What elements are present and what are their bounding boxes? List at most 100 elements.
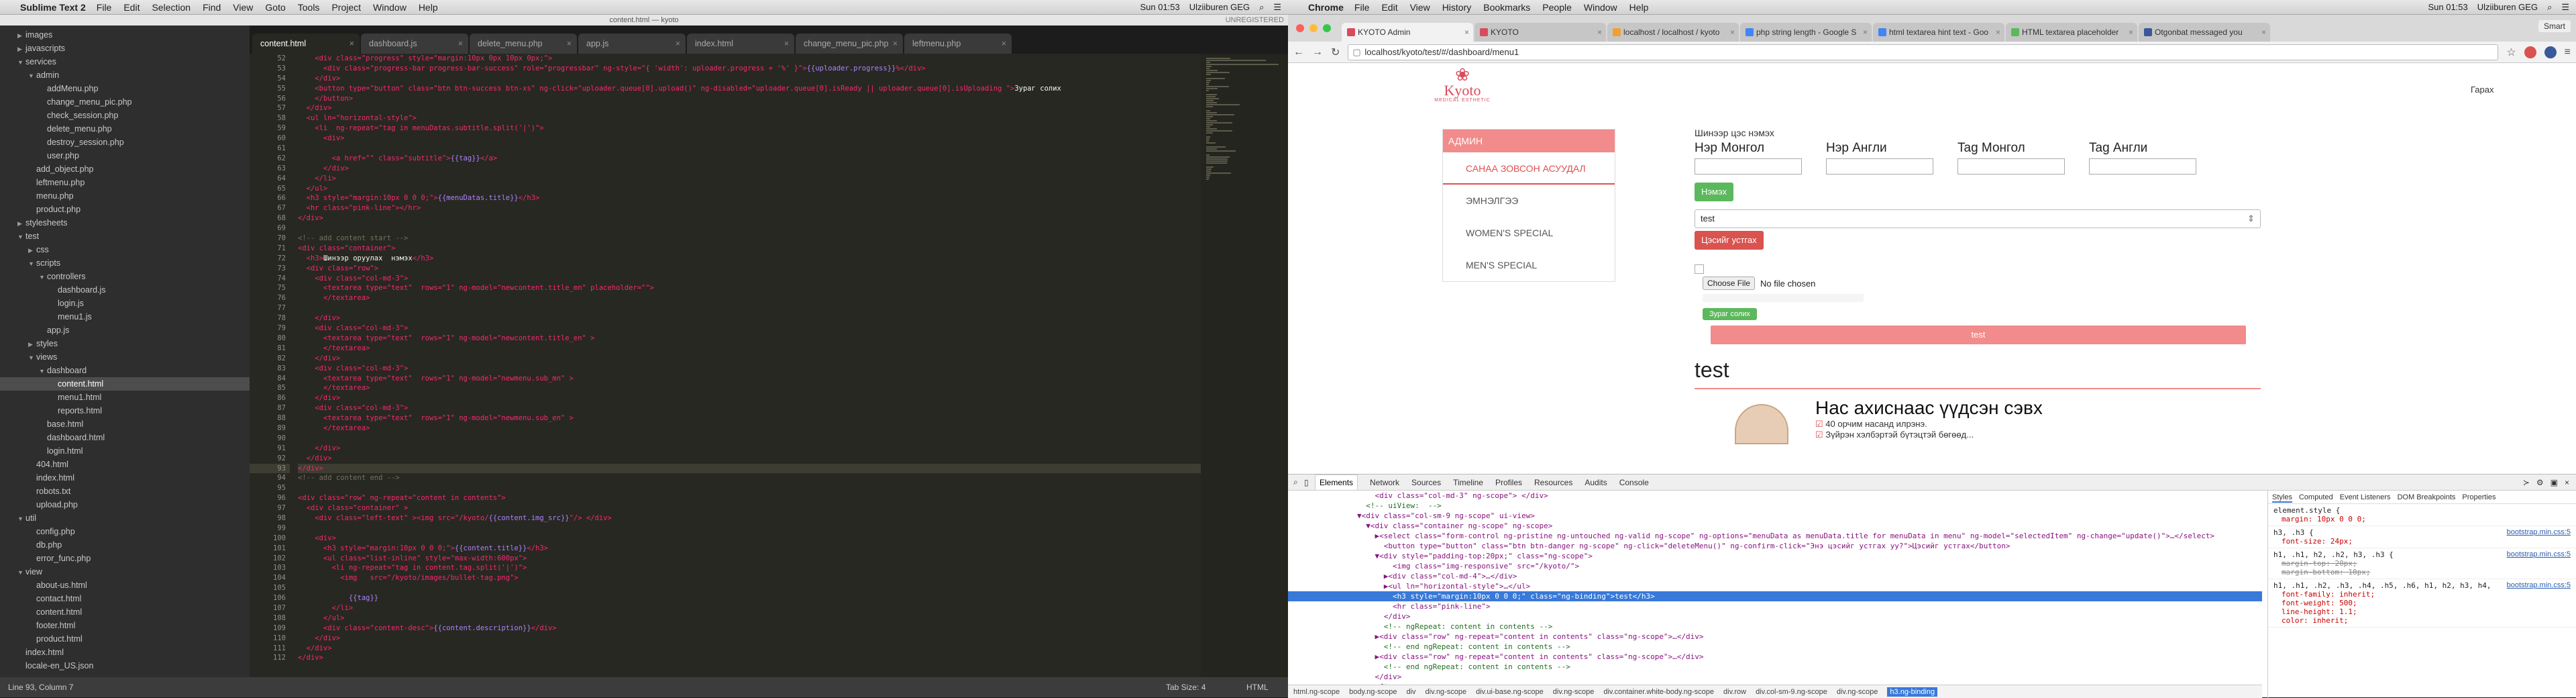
- code-line[interactable]: <div>: [298, 134, 1201, 144]
- menu-item[interactable]: File: [1354, 2, 1370, 13]
- rule-property[interactable]: font-size: 24px;: [2273, 537, 2571, 546]
- dom-node[interactable]: ▶<div class="row" ng-repeat="content in …: [1288, 652, 2262, 662]
- code-line[interactable]: <div class="left-text" ><img src="/kyoto…: [298, 513, 1201, 524]
- text-field[interactable]: [2089, 158, 2196, 174]
- menu-item[interactable]: Project: [331, 2, 361, 13]
- file-item[interactable]: index.html: [0, 646, 250, 659]
- close-icon[interactable]: ×: [1863, 23, 1868, 42]
- code-editor[interactable]: 52 53 54 55 56 57 58 59 60 61 62 63 64 65 66 67 68 69 70 71…: [250, 54, 1288, 677]
- caret-right-icon[interactable]: ▶: [28, 338, 36, 351]
- editor-tab[interactable]: change_menu_pic.php ×: [796, 34, 903, 54]
- browser-tab[interactable]: localhost / localhost / kyoto ×: [1607, 23, 1739, 42]
- code-line[interactable]: [298, 223, 1201, 234]
- dom-node[interactable]: ▼<div class="container ng-scope" ng-scop…: [1288, 521, 2262, 531]
- file-item[interactable]: leftmenu.php: [0, 176, 250, 189]
- code-line[interactable]: <ul ln="horizontal-style">: [298, 113, 1201, 123]
- code-line[interactable]: <div class="col-md-3">: [298, 364, 1201, 374]
- browser-tab[interactable]: html textarea hint text - Goo ×: [1873, 23, 2004, 42]
- file-item[interactable]: reports.html: [0, 404, 250, 417]
- styles-tab[interactable]: DOM Breakpoints: [2398, 493, 2456, 501]
- caret-right-icon[interactable]: ▶: [17, 217, 25, 230]
- styles-tab[interactable]: Properties: [2462, 493, 2496, 501]
- file-item[interactable]: index.html: [0, 471, 250, 485]
- code-line[interactable]: </textarea>: [298, 293, 1201, 303]
- choose-file-button[interactable]: Choose File: [1703, 277, 1756, 290]
- dom-node[interactable]: </div>: [1288, 611, 2262, 621]
- folder-item[interactable]: ▶ stylesheets: [0, 216, 250, 230]
- code-line[interactable]: </div>: [298, 454, 1201, 464]
- search-icon[interactable]: ⌕: [1259, 2, 1264, 13]
- elements-tree[interactable]: <div class="col-md-3" ng-scope"> </div> …: [1288, 491, 2262, 685]
- sidebar-item[interactable]: САНАА ЗОВСОН АСУУДАЛ: [1443, 152, 1615, 185]
- sidebar-item[interactable]: ЭМНЭЛГЭЭ: [1443, 185, 1615, 217]
- menu-item[interactable]: Window: [373, 2, 407, 13]
- rule-property[interactable]: margin-bottom: 10px;: [2273, 568, 2571, 577]
- code-line[interactable]: <button type="button" class="btn btn-suc…: [298, 84, 1201, 94]
- code-line[interactable]: <textarea type="text" rows="1" ng-model=…: [298, 413, 1201, 423]
- rule-source-link[interactable]: bootstrap.min.css:5: [2507, 528, 2571, 536]
- dom-node[interactable]: <img class="img-responsive" src="/kyoto/…: [1288, 561, 2262, 571]
- menu-item[interactable]: Find: [203, 2, 221, 13]
- caret-down-icon[interactable]: ▼: [17, 230, 25, 244]
- app-name[interactable]: Sublime Text 2: [20, 2, 86, 13]
- dom-node[interactable]: ▼<div style="padding-top:20px;" class="n…: [1288, 551, 2262, 561]
- breadcrumb-item[interactable]: div.col-sm-9.ng-scope: [1756, 688, 1827, 696]
- code-line[interactable]: <h3>Шинээр оруулах нэмэх</h3>: [298, 254, 1201, 264]
- file-item[interactable]: dashboard.html: [0, 431, 250, 444]
- rule-property[interactable]: font-weight: 500;: [2273, 599, 2571, 607]
- close-icon[interactable]: ×: [1597, 23, 1602, 42]
- code-line[interactable]: {{tag}}: [298, 593, 1201, 603]
- dom-node[interactable]: </div>: [1288, 672, 2262, 682]
- dom-node[interactable]: ▼<div class="col-sm-9 ng-scope" ui-view>: [1288, 511, 2262, 521]
- code-line[interactable]: <div class="container" >: [298, 503, 1201, 513]
- user-name[interactable]: Ulziiburen GEG: [1189, 2, 1250, 13]
- menu-item[interactable]: Goto: [265, 2, 285, 13]
- kyoto-logo[interactable]: ❀ Kyoto MEDICAL ESTHETIC: [1429, 66, 1496, 103]
- browser-tab[interactable]: Otgonbat messaged you ×: [2139, 23, 2270, 42]
- close-icon[interactable]: ×: [1730, 23, 1735, 42]
- code-line[interactable]: <a href="" class="subtitle">{{tag}}</a>: [298, 154, 1201, 164]
- code-line[interactable]: [298, 303, 1201, 313]
- caret-down-icon[interactable]: ▼: [39, 270, 47, 284]
- code-line[interactable]: <div class="col-md-3">: [298, 274, 1201, 284]
- breadcrumb-item[interactable]: div: [1406, 688, 1415, 696]
- dom-node[interactable]: ▶<div class="col-md-4">…</div>: [1288, 571, 2262, 581]
- file-item[interactable]: delete_menu.php: [0, 122, 250, 136]
- code-line[interactable]: [298, 434, 1201, 444]
- sidebar-head[interactable]: АДМИН: [1443, 130, 1615, 152]
- sidebar-item[interactable]: MEN'S SPECIAL: [1443, 249, 1615, 281]
- devtools-tab[interactable]: Audits: [1585, 478, 1607, 487]
- caret-down-icon[interactable]: ▼: [17, 512, 25, 526]
- delete-menu-button[interactable]: Цэсийг устгах: [1695, 231, 1764, 250]
- code-line[interactable]: </div>: [298, 463, 1201, 474]
- file-item[interactable]: login.js: [0, 297, 250, 310]
- menu-item[interactable]: Help: [419, 2, 438, 13]
- close-icon[interactable]: ×: [784, 34, 789, 54]
- browser-tab[interactable]: KYOTO ×: [1474, 23, 1606, 42]
- css-rule[interactable]: bootstrap.min.css:5 h3, .h3 {font-size: 2…: [2268, 526, 2576, 548]
- code-line[interactable]: <hr class="pink-line"></hr>: [298, 203, 1201, 213]
- chrome-menu-icon[interactable]: ≡: [2565, 46, 2571, 58]
- file-item[interactable]: dashboard.js: [0, 283, 250, 297]
- menu-item[interactable]: View: [233, 2, 253, 13]
- code-line[interactable]: <textarea type="text" rows="1" ng-model=…: [298, 374, 1201, 384]
- dom-node[interactable]: ▶<select class="form-control ng-pristine…: [1288, 531, 2262, 541]
- tab-size[interactable]: Tab Size: 4: [1166, 677, 1205, 697]
- dom-node[interactable]: <!-- ngRepeat: content in contents -->: [1288, 621, 2262, 632]
- file-item[interactable]: upload.php: [0, 498, 250, 511]
- file-item[interactable]: contact.html: [0, 592, 250, 605]
- close-window-button[interactable]: [1296, 24, 1304, 32]
- dom-node[interactable]: <!-- end ngRepeat: content in contents -…: [1288, 662, 2262, 672]
- code-line[interactable]: </li>: [298, 174, 1201, 184]
- syntax-mode[interactable]: HTML: [1246, 677, 1269, 697]
- close-icon[interactable]: ×: [1996, 23, 2000, 42]
- caret-right-icon[interactable]: ▶: [17, 42, 25, 56]
- inspect-icon[interactable]: ⌕: [1293, 477, 1298, 487]
- code-line[interactable]: </ul>: [298, 613, 1201, 624]
- upload-button[interactable]: Зураг солих: [1703, 308, 1757, 320]
- code-line[interactable]: <h3 style="margin:10px 0 0 0;">{{content…: [298, 544, 1201, 554]
- editor-tab[interactable]: content.html ×: [252, 34, 360, 54]
- menu-item[interactable]: History: [1442, 2, 1472, 13]
- folder-item[interactable]: ▶ javascripts: [0, 42, 250, 55]
- caret-down-icon[interactable]: ▼: [17, 566, 25, 579]
